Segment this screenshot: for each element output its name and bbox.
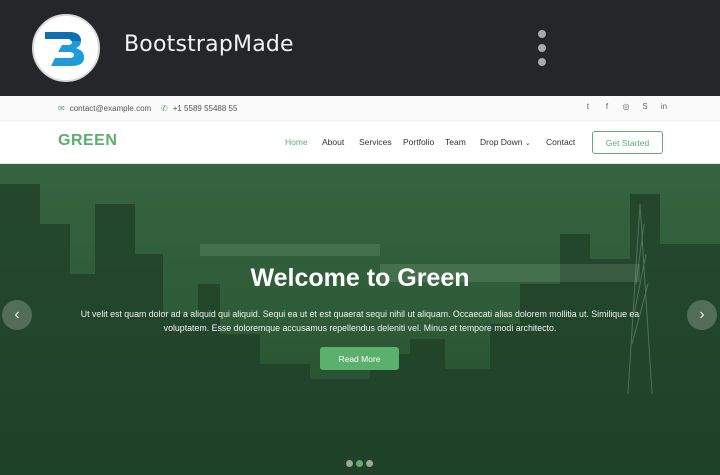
contact-email[interactable]: ✉ contact@example.com [58,104,151,113]
next-slide-arrow-icon[interactable]: › [687,300,717,330]
skype-icon[interactable]: S [641,103,649,111]
slide-dot-1[interactable] [346,460,353,467]
contact-phone[interactable]: ✆ +1 5589 55488 55 [161,104,237,113]
top-bar: ✉ contact@example.com ✆ +1 5589 55488 55… [0,96,720,121]
read-more-button[interactable]: Read More [320,347,399,370]
nav-team[interactable]: Team [445,137,480,147]
prev-slide-arrow-icon[interactable]: ‹ [2,300,32,330]
nav-about[interactable]: About [322,137,359,147]
website-preview: ✉ contact@example.com ✆ +1 5589 55488 55… [0,96,720,475]
nav-menu: Home About Services Portfolio Team Drop … [285,137,586,147]
kebab-menu-icon[interactable] [532,28,552,68]
slide-dot-2[interactable] [356,460,363,467]
phone-text: +1 5589 55488 55 [172,104,238,113]
hero-description: Ut velit est quam dolor ad a aliquid qui… [80,309,640,333]
slide-indicators [346,460,373,467]
bootstrapmade-logo-icon[interactable] [32,14,100,82]
site-navbar: GREEN Home About Services Portfolio Team… [0,121,720,164]
site-brand[interactable]: GREEN [58,132,117,150]
facebook-icon[interactable]: f [603,103,611,111]
app-title: BootstrapMade [124,32,294,57]
nav-contact[interactable]: Contact [546,137,586,147]
hero-slider: Welcome to Green Ut velit est quam dolor… [0,164,720,475]
get-started-button[interactable]: Get Started [592,131,663,154]
nav-dropdown-label: Drop Down [480,137,523,147]
instagram-icon[interactable]: ◎ [622,103,630,111]
nav-services[interactable]: Services [359,137,403,147]
envelope-icon: ✉ [58,104,65,113]
phone-icon: ✆ [161,104,168,113]
hero-title: Welcome to Green [250,264,470,292]
nav-dropdown[interactable]: Drop Down ⌄ [480,137,546,147]
chevron-down-icon: ⌄ [524,140,531,147]
nav-home[interactable]: Home [285,137,322,147]
nav-portfolio[interactable]: Portfolio [403,137,445,147]
twitter-icon[interactable]: t [584,103,592,111]
email-text: contact@example.com [69,104,152,113]
slide-dot-3[interactable] [366,460,373,467]
linkedin-icon[interactable]: in [660,103,668,111]
social-links: t f ◎ S in [584,103,668,111]
app-bar: BootstrapMade [0,0,720,96]
